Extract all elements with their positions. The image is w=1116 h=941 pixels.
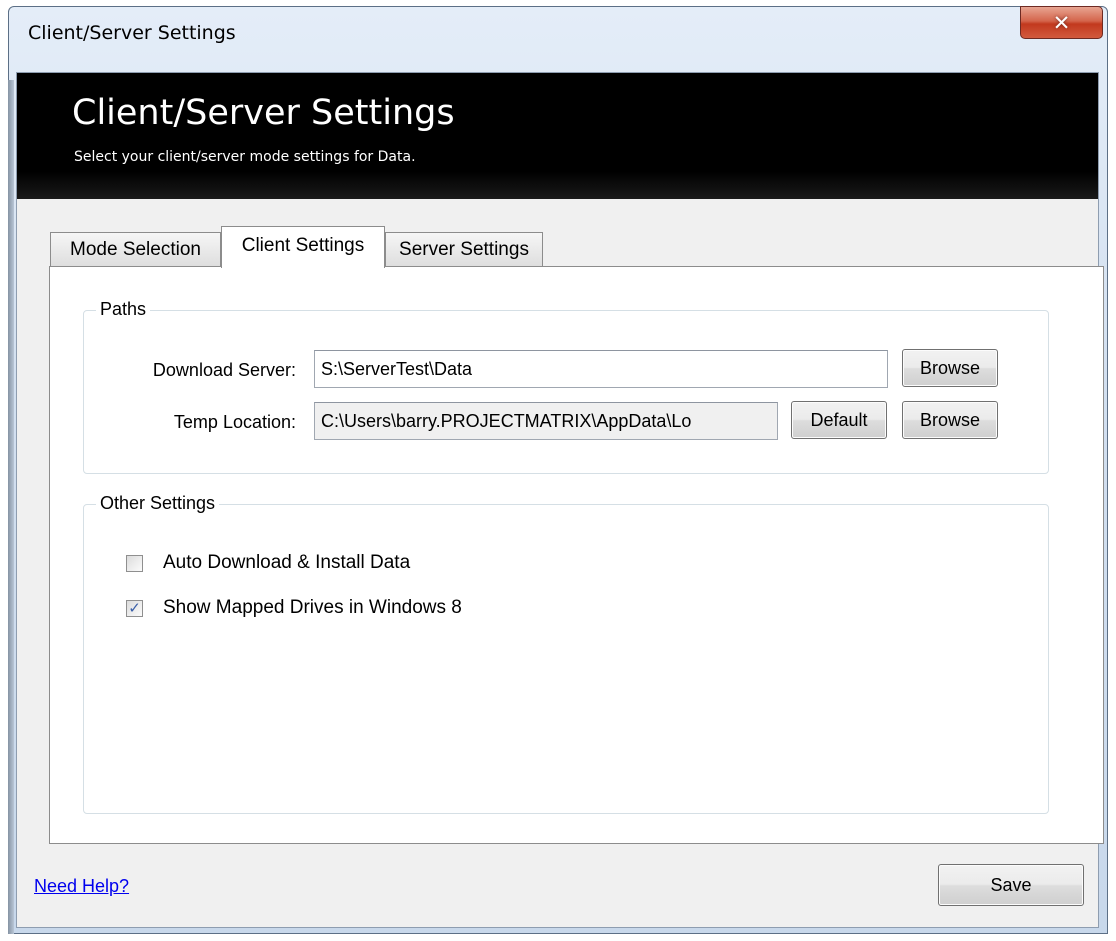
need-help-link[interactable]: Need Help? (34, 876, 129, 897)
temp-location-browse-button[interactable]: Browse (902, 401, 998, 439)
show-mapped-drives-checkbox[interactable]: ✓ (126, 600, 143, 617)
window-frame-edge (8, 80, 14, 934)
banner-title: Client/Server Settings (72, 93, 455, 133)
other-settings-group (83, 504, 1049, 814)
temp-location-label: Temp Location: (173, 412, 296, 432)
auto-download-checkbox[interactable] (126, 555, 143, 572)
tab-server-settings[interactable]: Server Settings (385, 232, 543, 266)
tab-mode-selection[interactable]: Mode Selection (50, 232, 221, 266)
download-server-browse-button[interactable]: Browse (902, 349, 998, 387)
save-button[interactable]: Save (938, 864, 1084, 906)
download-server-label: Download Server: (152, 360, 296, 380)
download-server-input[interactable]: S:\ServerTest\Data (314, 350, 888, 388)
window-title: Client/Server Settings (28, 22, 236, 44)
other-settings-group-legend: Other Settings (96, 493, 220, 514)
checkmark-icon: ✓ (128, 599, 141, 617)
banner-subtitle: Select your client/server mode settings … (74, 149, 416, 165)
tab-client-settings[interactable]: Client Settings (221, 226, 385, 268)
paths-group (83, 310, 1049, 474)
temp-location-default-button[interactable]: Default (791, 401, 887, 439)
paths-group-legend: Paths (96, 299, 151, 320)
temp-location-input[interactable]: C:\Users\barry.PROJECTMATRIX\AppData\Lo (314, 402, 778, 440)
header-banner: Client/Server Settings Select your clien… (17, 73, 1098, 199)
auto-download-label[interactable]: Auto Download & Install Data (163, 552, 410, 574)
close-icon: ✕ (1052, 10, 1071, 35)
close-button[interactable]: ✕ (1020, 6, 1103, 39)
show-mapped-drives-label[interactable]: Show Mapped Drives in Windows 8 (163, 597, 462, 619)
